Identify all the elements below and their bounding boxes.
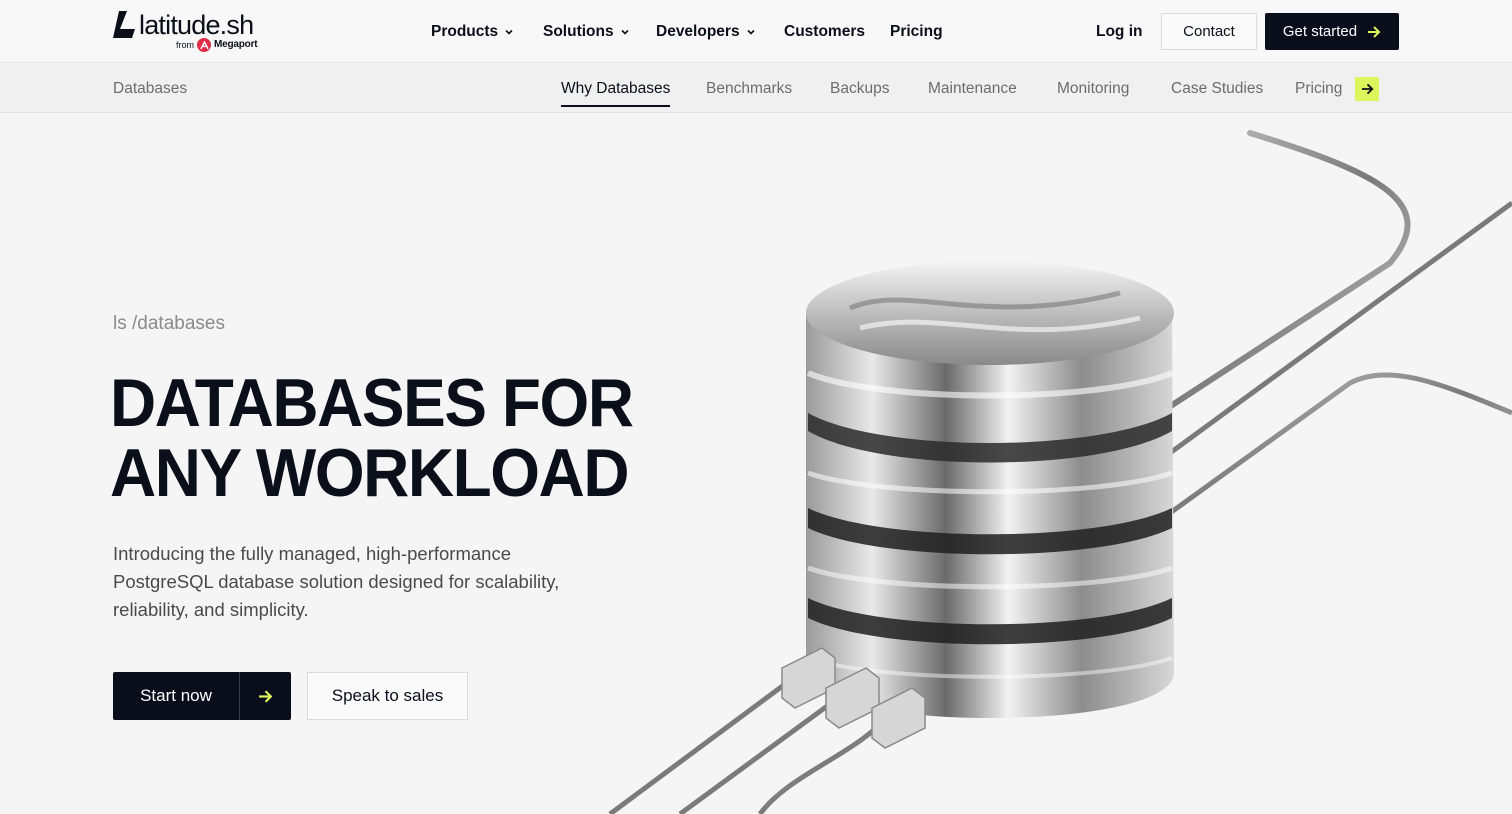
subnav-section-title: Databases	[113, 80, 188, 97]
tab-benchmarks[interactable]: Benchmarks	[706, 79, 792, 99]
tab-monitoring[interactable]: Monitoring	[1057, 79, 1129, 99]
speak-to-sales-label: Speak to sales	[331, 686, 444, 705]
hero-headline: DATABASES FOR ANY WORKLOAD	[110, 368, 636, 508]
arrow-right-icon	[1368, 25, 1381, 38]
megaport-icon	[197, 38, 211, 52]
active-tab-indicator	[561, 105, 670, 107]
tab-case-studies[interactable]: Case Studies	[1171, 79, 1263, 99]
arrow-right-icon	[259, 689, 273, 703]
hero-eyebrow: ls /databases	[113, 313, 225, 334]
start-now-label: Start now	[140, 686, 212, 705]
tab-pricing[interactable]: Pricing	[1295, 79, 1342, 99]
subnav-pricing-arrow-button[interactable]	[1355, 77, 1379, 101]
nav-developers[interactable]: Developers	[656, 20, 756, 44]
nav-products-label: Products	[431, 23, 499, 40]
hero-headline-line-2: ANY WORKLOAD	[110, 435, 630, 511]
nav-pricing[interactable]: Pricing	[890, 20, 943, 44]
database-stack-illustration	[608, 130, 1512, 814]
hero-headline-line-1: DATABASES FOR	[110, 365, 634, 441]
contact-button-label: Contact	[1183, 23, 1235, 40]
logo-link[interactable]: latitude.sh from Megaport	[113, 10, 273, 54]
nav-developers-label: Developers	[656, 23, 740, 40]
get-started-button[interactable]: Get started	[1265, 13, 1399, 50]
tab-maintenance[interactable]: Maintenance	[928, 79, 1017, 99]
nav-pricing-label: Pricing	[890, 23, 943, 40]
chevron-down-icon	[747, 29, 755, 35]
chevron-down-icon	[505, 29, 513, 35]
tab-why-databases[interactable]: Why Databases	[561, 79, 670, 99]
nav-customers-label: Customers	[784, 23, 865, 40]
tab-backups[interactable]: Backups	[830, 79, 889, 99]
latitude-mark-icon	[113, 11, 135, 38]
hero-description: Introducing the fully managed, high-perf…	[113, 543, 560, 620]
nav-solutions-label: Solutions	[543, 23, 614, 40]
contact-button[interactable]: Contact	[1161, 13, 1257, 50]
start-now-button[interactable]: Start now	[113, 672, 291, 720]
nav-solutions[interactable]: Solutions	[543, 20, 630, 44]
logo-partner-name: Megaport	[214, 39, 258, 50]
login-link[interactable]: Log in	[1096, 20, 1143, 44]
nav-products[interactable]: Products	[431, 20, 514, 44]
start-now-arrow	[239, 672, 291, 720]
logo-partner-line: from Megaport	[176, 38, 258, 52]
arrow-right-icon	[1361, 83, 1373, 95]
top-navigation: latitude.sh from Megaport Products Solut…	[0, 0, 1512, 63]
speak-to-sales-button[interactable]: Speak to sales	[307, 672, 468, 720]
nav-customers[interactable]: Customers	[784, 20, 865, 44]
logo-from-text: from	[176, 40, 194, 50]
get-started-label: Get started	[1282, 23, 1358, 40]
logo-wordmark: latitude.sh	[139, 10, 254, 40]
chevron-down-icon	[621, 29, 629, 35]
section-subnav: Databases Why Databases Benchmarks Backu…	[0, 64, 1512, 113]
